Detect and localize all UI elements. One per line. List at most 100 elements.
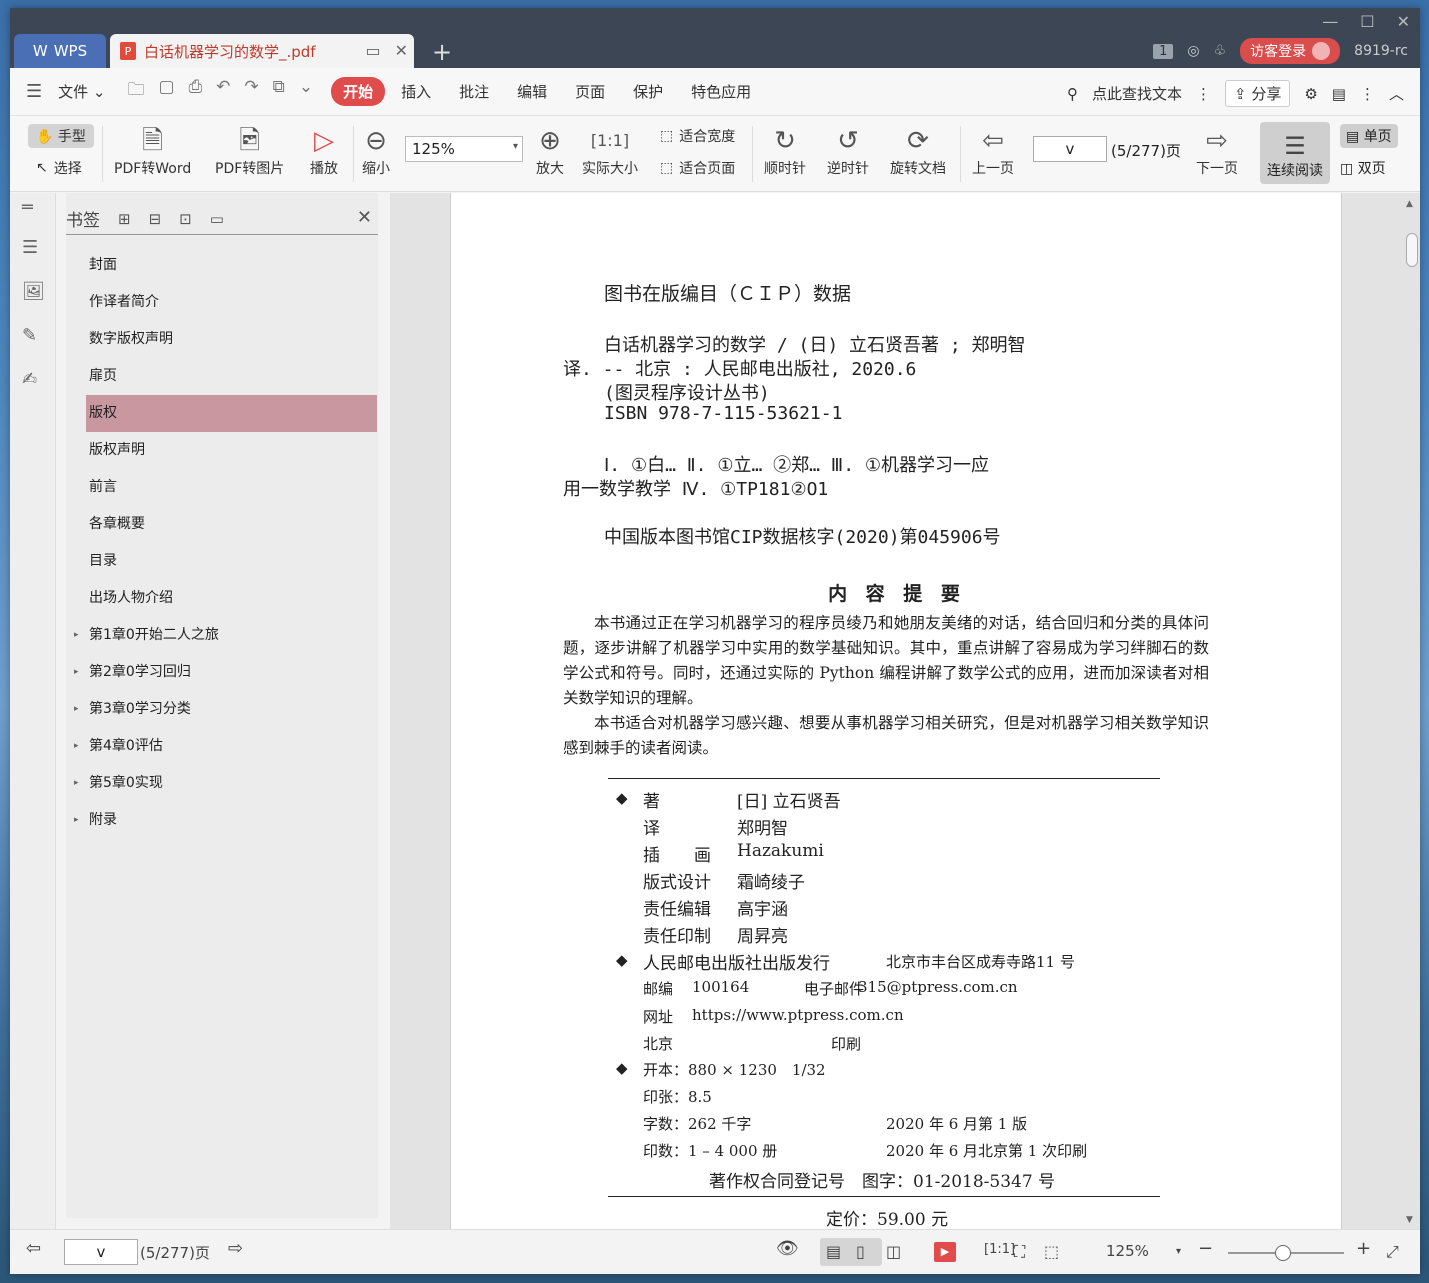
new-tab-button[interactable]: + bbox=[432, 38, 452, 66]
scroll-down-icon[interactable]: ▼ bbox=[1406, 1215, 1413, 1225]
comment-icon[interactable]: ▤ bbox=[1332, 85, 1346, 103]
fullscreen-icon[interactable]: ⤢ bbox=[1386, 1242, 1399, 1262]
bookmark-item[interactable]: 出场人物介绍 bbox=[86, 580, 377, 617]
gear-icon[interactable]: ⚙ bbox=[1304, 85, 1317, 103]
bookmark-item-selected[interactable]: 版权 bbox=[86, 395, 377, 432]
rotate-clockwise-button[interactable]: ↻ 顺时针 bbox=[764, 124, 806, 178]
save-icon[interactable]: ▢ bbox=[159, 77, 175, 106]
rotate-counterclockwise-button[interactable]: ↺ 逆时针 bbox=[827, 124, 869, 178]
close-window-icon[interactable]: ✕ bbox=[1397, 12, 1410, 31]
hamburger-icon[interactable]: ☰ bbox=[26, 81, 42, 102]
minimize-icon[interactable]: — bbox=[1322, 12, 1338, 31]
bookmark-item[interactable]: 前言 bbox=[86, 469, 377, 506]
bookmark-item[interactable]: 作译者简介 bbox=[86, 284, 377, 321]
undo-icon[interactable]: ↶ bbox=[216, 77, 230, 106]
bookmark-item[interactable]: 各章概要 bbox=[86, 506, 377, 543]
menu-start[interactable]: 开始 bbox=[331, 77, 386, 106]
menu-annotate[interactable]: 批注 bbox=[447, 77, 501, 106]
export-icon[interactable]: ⧉ bbox=[273, 77, 285, 106]
settings-circle-icon[interactable]: ◎ bbox=[1187, 43, 1199, 59]
document-viewport[interactable]: 图书在版编目（ＣＩＰ）数据 白话机器学习的数学 / (日) 立石贤吾著 ; 郑明… bbox=[390, 193, 1420, 1229]
scroll-up-icon[interactable]: ▲ bbox=[1406, 199, 1413, 209]
login-button[interactable]: 访客登录 bbox=[1240, 38, 1341, 64]
page-number-input[interactable]: v bbox=[1033, 136, 1107, 162]
play-button[interactable]: ▷ 播放 bbox=[310, 124, 338, 178]
expand-arrow-icon[interactable]: ▸ bbox=[74, 765, 79, 802]
menu-insert[interactable]: 插入 bbox=[389, 77, 443, 106]
single-view-icon[interactable]: ▯ bbox=[856, 1242, 865, 1261]
continuous-view-icon[interactable]: ▤ bbox=[826, 1242, 841, 1261]
collapse-ribbon-icon[interactable]: ︿ bbox=[1389, 83, 1404, 104]
expand-arrow-icon[interactable]: ▸ bbox=[74, 802, 79, 839]
single-page-button[interactable]: ▤ 单页 bbox=[1340, 124, 1398, 148]
fit-page-icon[interactable]: ⛶ bbox=[1014, 1242, 1025, 1262]
annotation-icon[interactable]: ✎ bbox=[22, 325, 37, 346]
bookmark-item[interactable]: 封面 bbox=[86, 247, 377, 284]
zoom-slider-knob[interactable] bbox=[1275, 1245, 1291, 1261]
outline-icon[interactable]: ☰ bbox=[22, 237, 38, 258]
expand-arrow-icon[interactable]: ▸ bbox=[74, 654, 79, 691]
expand-arrow-icon[interactable]: ▸ bbox=[74, 617, 79, 654]
actual-size-button[interactable]: [1:1] 实际大小 bbox=[582, 124, 638, 178]
add-bookmark-icon[interactable]: ⊡ bbox=[179, 210, 192, 228]
eye-protection-icon[interactable]: 👁 bbox=[776, 1238, 799, 1259]
pdf-to-image-button[interactable]: 🖻 PDF转图片 bbox=[215, 124, 284, 178]
fit-page-button[interactable]: ⬚ 适合页面 bbox=[660, 158, 735, 178]
menu-protect[interactable]: 保护 bbox=[621, 77, 675, 106]
more-quick-icon[interactable]: ⌄ bbox=[299, 77, 313, 106]
bookmark-item[interactable]: ▸ 第2章0学习回归 bbox=[74, 654, 377, 691]
open-folder-icon[interactable]: 🗀 bbox=[128, 77, 145, 106]
menu-edit[interactable]: 编辑 bbox=[505, 77, 559, 106]
collapse-all-icon[interactable]: ⊟ bbox=[149, 210, 162, 228]
bookmark-item[interactable]: ▸ 第4章0评估 bbox=[74, 728, 377, 765]
bookmark-item[interactable]: ▸ 第1章0开始二人之旅 bbox=[74, 617, 377, 654]
maximize-icon[interactable]: ☐ bbox=[1360, 12, 1374, 31]
next-page-button[interactable]: ⇨ 下一页 bbox=[1196, 124, 1238, 178]
bookmark-item[interactable]: 版权声明 bbox=[86, 432, 377, 469]
zoom-in-button[interactable]: ⊕ 放大 bbox=[536, 124, 564, 178]
more-icon[interactable]: ⋮ bbox=[1360, 85, 1375, 103]
bookmark-item[interactable]: 目录 bbox=[86, 543, 377, 580]
vertical-scrollbar[interactable]: ▲ ▼ bbox=[1404, 193, 1418, 1229]
more-vert-icon[interactable]: ⋮ bbox=[1196, 85, 1211, 103]
status-page-input[interactable]: v bbox=[64, 1239, 138, 1265]
zoom-select[interactable]: 125% bbox=[405, 136, 523, 162]
zoom-out-button[interactable]: ⊖ 缩小 bbox=[362, 124, 390, 178]
menu-page[interactable]: 页面 bbox=[563, 77, 617, 106]
bookmark-settings-icon[interactable]: ▭ bbox=[210, 210, 224, 228]
expand-arrow-icon[interactable]: ▸ bbox=[74, 728, 79, 765]
hand-tool[interactable]: ✋ 手型 bbox=[28, 124, 94, 148]
double-view-icon[interactable]: ◫ bbox=[886, 1242, 901, 1261]
thumbnail-icon[interactable]: 🖼 bbox=[22, 281, 45, 302]
double-page-button[interactable]: ◫ 双页 bbox=[1340, 158, 1386, 178]
zoom-minus-icon[interactable]: − bbox=[1198, 1238, 1213, 1259]
bookmark-item[interactable]: ▸ 第5章0实现 bbox=[74, 765, 377, 802]
bookmark-item[interactable]: ▸ 附录 bbox=[74, 802, 377, 839]
pdf-to-word-button[interactable]: 🗎 PDF转Word bbox=[114, 124, 191, 178]
document-tab[interactable]: P 白话机器学习的数学_.pdf ▭ ✕ bbox=[110, 34, 414, 68]
next-page-icon[interactable]: ⇨ bbox=[228, 1238, 243, 1259]
redo-icon[interactable]: ↷ bbox=[244, 77, 258, 106]
search-text[interactable]: 点此查找文本 bbox=[1092, 83, 1182, 104]
expand-all-icon[interactable]: ⊞ bbox=[118, 210, 131, 228]
actual-size-icon[interactable]: [1:1] bbox=[984, 1242, 1015, 1257]
skin-icon[interactable]: ♧ bbox=[1214, 43, 1227, 59]
status-zoom-value[interactable]: 125% bbox=[1106, 1242, 1149, 1260]
fit-width-icon[interactable]: ⬚ bbox=[1044, 1242, 1059, 1261]
prev-page-icon[interactable]: ⇦ bbox=[26, 1238, 41, 1259]
bookmark-item[interactable]: 扉页 bbox=[86, 358, 377, 395]
bookmark-item[interactable]: 数字版权声明 bbox=[86, 321, 377, 358]
zoom-dropdown-icon[interactable]: ▾ bbox=[1176, 1246, 1181, 1257]
signature-icon[interactable]: ✍ bbox=[22, 369, 37, 390]
zoom-plus-icon[interactable]: + bbox=[1356, 1238, 1371, 1259]
rotate-document-button[interactable]: ⟳ 旋转文档 bbox=[890, 124, 946, 178]
share-button[interactable]: ⇪ 分享 bbox=[1224, 80, 1291, 107]
select-tool[interactable]: ↖ 选择 bbox=[36, 158, 82, 178]
menu-features[interactable]: 特色应用 bbox=[679, 77, 763, 106]
scrollbar-thumb[interactable] bbox=[1406, 233, 1418, 267]
continuous-read-button[interactable]: ☰ 连续阅读 bbox=[1260, 122, 1330, 184]
play-slideshow-icon[interactable]: ▶ bbox=[934, 1242, 956, 1262]
close-panel-icon[interactable]: ✕ bbox=[357, 207, 372, 228]
expand-arrow-icon[interactable]: ▸ bbox=[74, 691, 79, 728]
window-count-badge[interactable]: 1 bbox=[1153, 43, 1174, 59]
